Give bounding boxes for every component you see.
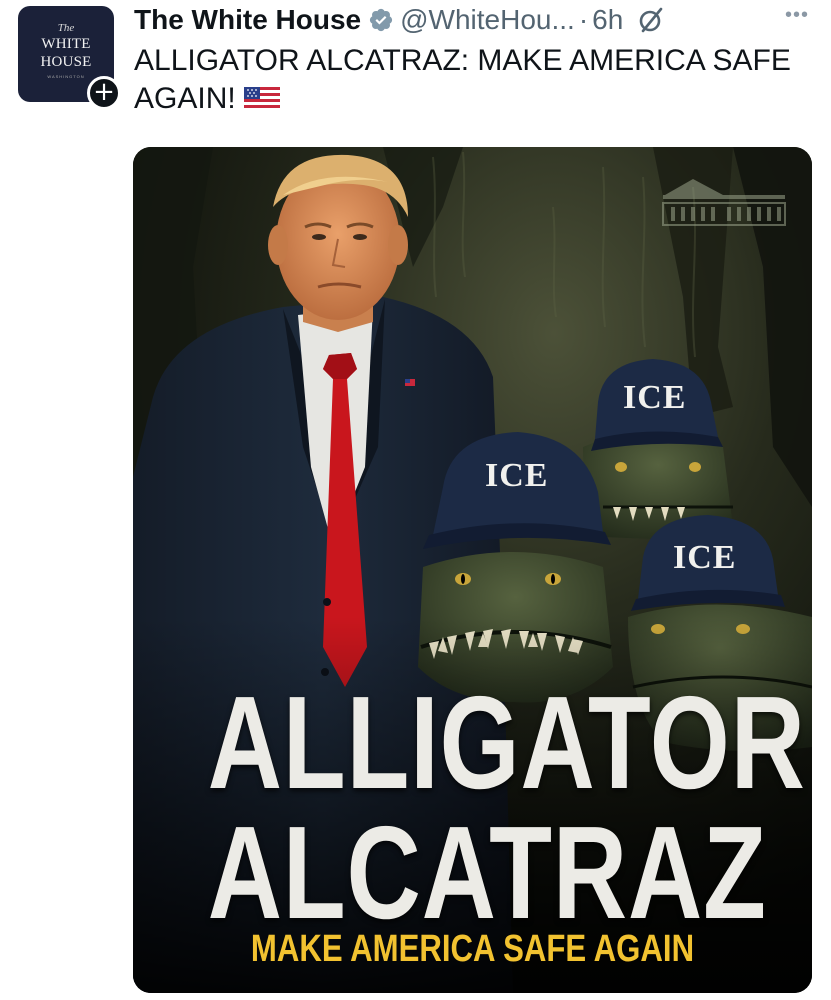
cap-label-right: ICE <box>673 539 737 576</box>
poster-title-line-1: ALLIGATOR <box>207 669 806 816</box>
separator-dot: · <box>578 4 589 35</box>
tweet-header: The White House @WhiteHou... · 6h <box>134 2 831 38</box>
display-name[interactable]: The White House <box>134 4 361 36</box>
follow-plus-icon[interactable]: + <box>87 76 121 110</box>
timestamp[interactable]: 6h <box>592 4 623 36</box>
tweet-media-image[interactable]: ICE ICE ICE ALLIGATOR ALCATRAZ MAKE AMER… <box>133 147 812 993</box>
grok-slash-icon[interactable] <box>637 6 665 34</box>
avatar-text-house: HOUSE <box>40 54 92 70</box>
cap-label-front: ICE <box>485 457 549 494</box>
handle[interactable]: @WhiteHou... <box>400 4 575 36</box>
avatar-text-the: The <box>57 22 75 34</box>
verified-badge-icon <box>370 8 393 32</box>
poster-tagline: MAKE AMERICA SAFE AGAIN <box>250 928 695 970</box>
us-flag-icon <box>243 87 280 111</box>
avatar-text-white: WHITE <box>41 36 91 52</box>
tweet: The WHITE HOUSE WASHINGTON + The White H… <box>0 0 831 1000</box>
tweet-text: ALLIGATOR ALCATRAZ: MAKE AMERICA SAFE AG… <box>134 42 794 118</box>
cap-label-back: ICE <box>623 379 687 416</box>
more-dots-icon[interactable]: ••• <box>785 4 809 27</box>
tweet-text-body: ALLIGATOR ALCATRAZ: MAKE AMERICA SAFE AG… <box>134 44 791 115</box>
poster-title-line-2: ALCATRAZ <box>207 799 767 946</box>
